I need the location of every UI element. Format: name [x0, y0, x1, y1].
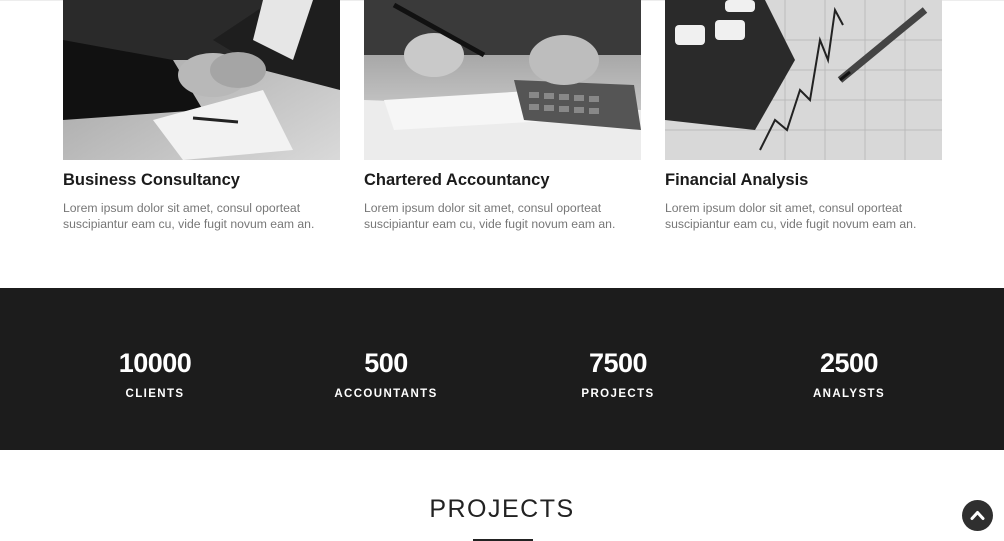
stat-label: CLIENTS: [125, 388, 185, 400]
service-title: Business Consultancy: [63, 171, 240, 189]
stat-label: ANALYSTS: [812, 388, 886, 400]
stat-value: 7500: [588, 348, 648, 378]
service-title: Financial Analysis: [665, 171, 809, 189]
stat-value: 10000: [118, 348, 192, 378]
service-description: Lorem ipsum dolor sit amet, consul oport…: [665, 201, 917, 231]
stats-section: 10000 CLIENTS 500 ACCOUNTANTS 7500 PROJE…: [0, 288, 1004, 450]
stat-label: ACCOUNTANTS: [334, 388, 438, 400]
chevron-up-icon: [970, 511, 985, 520]
service-description: Lorem ipsum dolor sit amet, consul oport…: [364, 201, 616, 231]
back-to-top-button[interactable]: [962, 500, 993, 531]
handshake-photo: [63, 0, 340, 160]
service-title: Chartered Accountancy: [364, 171, 550, 189]
stat-value: 500: [364, 348, 408, 378]
accountant-calculator-photo: [364, 0, 641, 160]
projects-heading: PROJECTS: [429, 495, 575, 523]
stat-label: PROJECTS: [581, 388, 655, 400]
services-section: Business Consultancy Lorem ipsum dolor s…: [0, 0, 1004, 288]
financial-chart-photo: [665, 0, 942, 160]
stat-value: 2500: [819, 348, 879, 378]
service-description: Lorem ipsum dolor sit amet, consul oport…: [63, 201, 315, 231]
